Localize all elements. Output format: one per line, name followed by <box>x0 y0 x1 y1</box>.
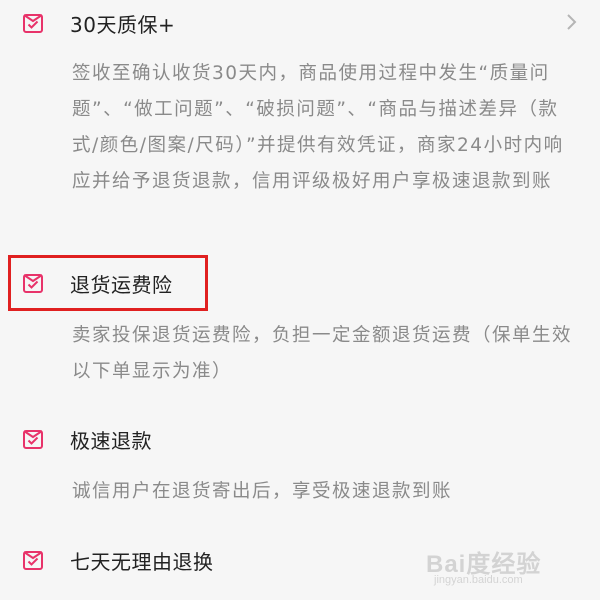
checkmark-box-icon <box>23 14 43 33</box>
section-title: 七天无理由退换 <box>70 549 214 574</box>
section-title: 极速退款 <box>70 428 152 453</box>
section-description: 签收至确认收货30天内，商品使用过程中发生“质量问题”、“做工问题”、“破损问题… <box>72 63 564 192</box>
chevron-right-icon[interactable] <box>566 14 578 30</box>
section-title: 30天质保+ <box>70 12 176 37</box>
checkmark-box-icon <box>23 551 43 570</box>
watermark-url: jingyan.baidu.com <box>434 574 523 586</box>
section-seven-day-return-title-row[interactable]: 七天无理由退换 <box>22 545 214 575</box>
baidu-jingyan-watermark: Bai度经验 jingyan.baidu.com <box>426 544 586 590</box>
checkmark-box-icon <box>23 430 43 449</box>
highlight-box <box>8 255 208 311</box>
section-30-day-warranty-title-row[interactable]: 30天质保+ <box>22 8 175 38</box>
service-guarantee-screen: 30天质保+ 签收至确认收货30天内，商品使用过程中发生“质量问题”、“做工问题… <box>0 0 600 600</box>
section-description: 卖家投保退货运费险，负担一定金额退货运费（保单生效以下单显示为准） <box>72 325 573 382</box>
section-description: 诚信用户在退货寄出后，享受极速退款到账 <box>72 481 453 502</box>
section-fast-refund-title-row[interactable]: 极速退款 <box>22 424 152 454</box>
